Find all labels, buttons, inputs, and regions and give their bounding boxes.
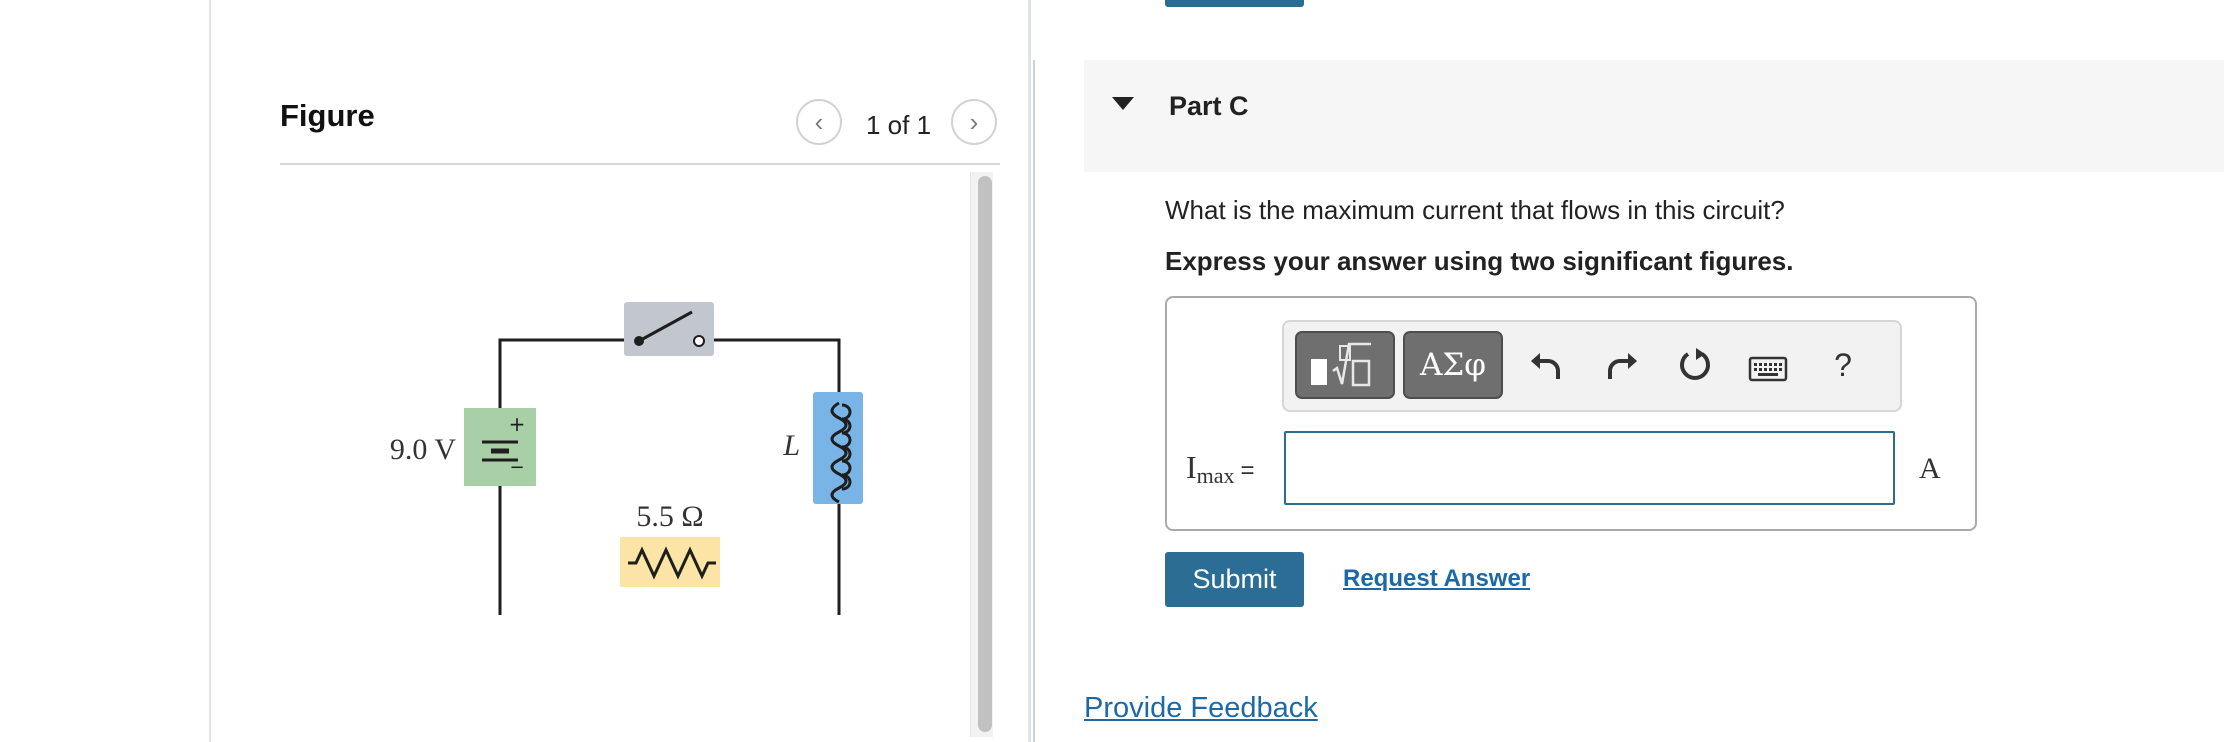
figure-divider — [280, 163, 1000, 165]
answer-unit: A — [1919, 452, 1941, 485]
left-border — [209, 0, 211, 742]
switch-highlight — [624, 302, 714, 356]
answer-variable: I — [1186, 449, 1197, 485]
chevron-left-icon: ‹ — [814, 106, 824, 137]
panel-divider — [1028, 0, 1031, 742]
instruction-text: Express your answer using two significan… — [1165, 246, 1794, 276]
undo-icon — [1531, 353, 1560, 379]
part-header[interactable] — [1084, 60, 2224, 172]
redo-button[interactable] — [1600, 343, 1644, 387]
question-text: What is the maximum current that flows i… — [1165, 195, 1785, 225]
caret-down-icon[interactable] — [1112, 97, 1134, 110]
help-button[interactable]: ? — [1821, 343, 1865, 387]
provide-feedback-link[interactable]: Provide Feedback — [1084, 692, 1318, 725]
switch-pivot — [634, 336, 644, 346]
switch-contact — [693, 335, 705, 347]
reset-icon — [1680, 348, 1710, 380]
greek-symbols-button[interactable]: ΑΣφ — [1403, 331, 1503, 399]
help-icon: ? — [1834, 346, 1852, 383]
answer-variable-subscript: max — [1196, 463, 1235, 488]
figure-pager: 1 of 1 — [866, 110, 932, 140]
battery-minus-sign: − — [509, 457, 524, 478]
reset-button[interactable] — [1673, 343, 1717, 387]
answer-input[interactable] — [1284, 431, 1895, 505]
answer-equals: = — [1240, 457, 1255, 484]
chevron-right-icon: › — [969, 106, 979, 137]
circuit-diagram: + − 9.0 V L 5.5 Ω — [390, 302, 863, 615]
next-figure-button[interactable]: › — [951, 99, 997, 145]
battery-plus-sign: + — [509, 412, 526, 436]
panel-divider-shadow — [1033, 60, 1035, 742]
inductor-label: L — [782, 429, 800, 462]
previous-part-button-edge[interactable] — [1165, 0, 1304, 7]
greek-symbols-icon: ΑΣφ — [1419, 347, 1486, 383]
figure-title: Figure — [280, 98, 375, 133]
redo-icon — [1608, 353, 1637, 379]
templates-button[interactable] — [1295, 331, 1395, 399]
submit-button[interactable]: Submit — [1165, 552, 1304, 607]
templates-icon — [1311, 342, 1371, 387]
keyboard-icon — [1748, 356, 1788, 382]
part-title: Part C — [1169, 91, 1249, 121]
battery-voltage-label: 9.0 V — [390, 433, 456, 466]
previous-figure-button[interactable]: ‹ — [796, 99, 842, 145]
answer-variable-label: Imax = — [1186, 449, 1255, 489]
keyboard-button[interactable] — [1746, 347, 1790, 391]
resistor-label: 5.5 Ω — [636, 500, 703, 533]
request-answer-link[interactable]: Request Answer — [1343, 565, 1530, 593]
undo-button[interactable] — [1524, 343, 1568, 387]
figure-scrollbar-thumb[interactable] — [978, 176, 992, 732]
